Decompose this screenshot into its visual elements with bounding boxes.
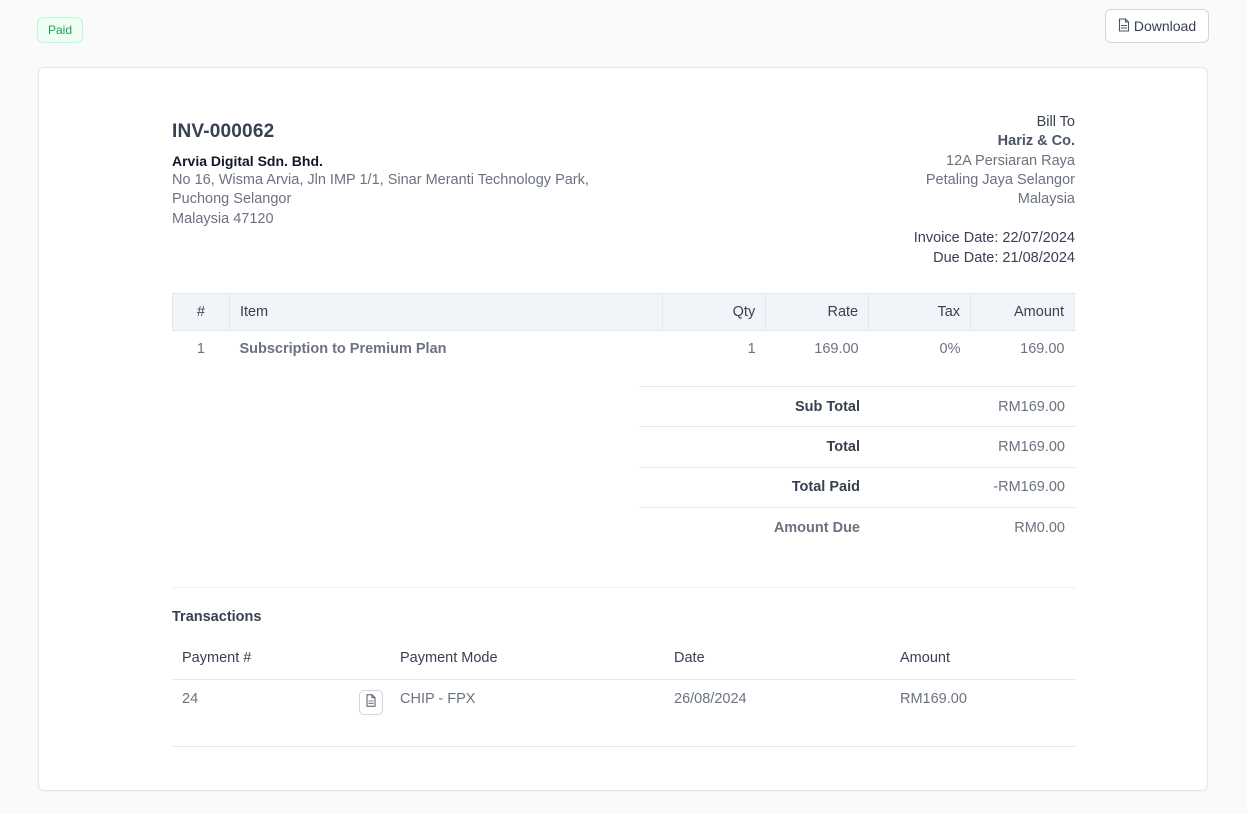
col-header-date: Date: [664, 638, 890, 680]
client-name: Hariz & Co.: [997, 133, 1075, 150]
status-badge: Paid: [37, 17, 84, 43]
subtotal-label: Sub Total: [795, 398, 860, 415]
section-divider: [172, 587, 1075, 588]
subtotal-row: Sub Total RM169.00: [639, 386, 1075, 426]
transactions-header-row: Payment # Payment Mode Date Amount: [172, 638, 1075, 680]
company-name: Arvia Digital Sdn. Bhd.: [172, 153, 323, 169]
payment-amount: RM169.00: [890, 679, 1075, 747]
company-address-line: Malaysia 47120: [172, 210, 274, 227]
bill-to-label: Bill To: [1036, 114, 1075, 130]
client-address-line: Petaling Jaya Selangor: [925, 171, 1075, 188]
col-header-tax: Tax: [868, 293, 971, 331]
items-table: # Item Qty Rate Tax Amount 1 Subscriptio…: [172, 293, 1075, 367]
bill-to: Bill To Hariz & Co. 12A Persiaran Raya P…: [914, 113, 1075, 268]
totals: Sub Total RM169.00 Total RM169.00 Total …: [639, 386, 1075, 547]
col-header-rate: Rate: [765, 293, 869, 331]
company-address-line: Puchong Selangor: [172, 191, 292, 208]
client-address-line: Malaysia: [1017, 191, 1075, 208]
company-address-line: No 16, Wisma Arvia, Jln IMP 1/1, Sinar M…: [172, 172, 589, 188]
item-name: Subscription to Premium Plan: [239, 340, 447, 357]
col-header-number: #: [172, 293, 230, 331]
item-number: 1: [196, 340, 205, 357]
invoice-card: INV-000062 Arvia Digital Sdn. Bhd. No 16…: [38, 67, 1208, 791]
total-paid-label: Total Paid: [791, 479, 860, 496]
status-label: Paid: [48, 23, 73, 37]
table-row: 1 Subscription to Premium Plan 1 169.00 …: [173, 331, 1075, 367]
total-value: RM169.00: [998, 438, 1065, 455]
col-header-payment-number: Payment #: [172, 638, 390, 680]
file-pdf-icon: [366, 693, 376, 711]
total-label: Total: [826, 438, 860, 455]
item-rate: 169.00: [814, 340, 859, 357]
items-header-row: # Item Qty Rate Tax Amount: [172, 293, 1075, 331]
total-paid-row: Total Paid -RM169.00: [639, 466, 1075, 507]
item-amount: 169.00: [1020, 340, 1065, 357]
invoice-page: Paid Download INV-000062 Arvia Digital S…: [0, 0, 1247, 814]
col-header-payment-mode: Payment Mode: [390, 638, 664, 680]
invoice-number: INV-000062: [172, 121, 275, 142]
subtotal-value: RM169.00: [998, 398, 1065, 415]
payment-number: 24: [182, 690, 199, 707]
amount-due-label: Amount Due: [773, 519, 860, 536]
payment-number-cell: 24: [172, 679, 390, 747]
col-header-qty: Qty: [662, 293, 766, 331]
transactions-title: Transactions: [172, 609, 262, 625]
company-address: No 16, Wisma Arvia, Jln IMP 1/1, Sinar M…: [172, 171, 589, 229]
file-pdf-icon: [1118, 17, 1130, 35]
col-header-amount: Amount: [890, 638, 1075, 680]
amount-due-value: RM0.00: [1014, 519, 1065, 536]
item-qty: 1: [747, 340, 756, 357]
total-paid-value: -RM169.00: [993, 479, 1065, 496]
download-button[interactable]: Download: [1105, 9, 1209, 43]
item-tax: 0%: [939, 340, 961, 357]
payment-receipt-button[interactable]: [359, 689, 383, 715]
payment-mode: CHIP - FPX: [390, 679, 664, 747]
total-row: Total RM169.00: [639, 426, 1075, 466]
col-header-item: Item: [228, 293, 663, 331]
download-label: Download: [1133, 18, 1197, 34]
invoice-date: Invoice Date: 22/07/2024: [913, 230, 1075, 247]
transactions-table: Payment # Payment Mode Date Amount 24 CH…: [172, 638, 1075, 747]
table-row: 24 CHIP - FPX 26/08/2024 RM169.00: [172, 679, 1075, 747]
invoice-dates: Invoice Date: 22/07/2024 Due Date: 21/08…: [914, 229, 1075, 268]
payment-date: 26/08/2024: [664, 679, 890, 747]
amount-due-row: Amount Due RM0.00: [639, 506, 1075, 547]
col-header-amount: Amount: [970, 293, 1075, 331]
client-address-line: 12A Persiaran Raya: [946, 152, 1075, 169]
due-date: Due Date: 21/08/2024: [933, 249, 1075, 266]
